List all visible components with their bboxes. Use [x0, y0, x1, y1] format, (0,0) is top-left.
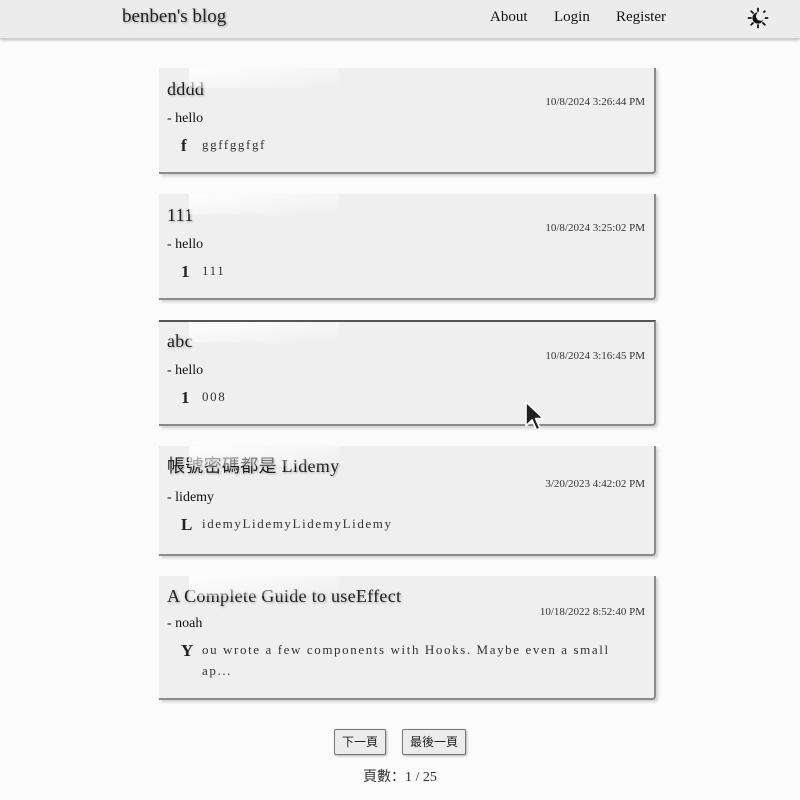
post-excerpt: 1 008: [167, 386, 646, 407]
post-excerpt: L idemyLidemyLidemyLidemy: [167, 513, 646, 534]
post-excerpt-text: 111: [202, 263, 226, 278]
top-navbar: benben's blog About Login Register: [0, 0, 800, 39]
post-excerpt: 1 111: [167, 260, 646, 281]
post-dropcap: 1: [181, 262, 192, 281]
post-card[interactable]: abc 10/8/2024 3:16:45 PM - hello 1 008: [159, 320, 656, 426]
next-page-button[interactable]: 下一頁: [333, 729, 386, 755]
post-excerpt-text: idemyLidemyLidemyLidemy: [202, 516, 393, 531]
post-date: 10/18/2022 8:52:40 PM: [539, 606, 645, 618]
last-page-button[interactable]: 最後一頁: [402, 729, 467, 755]
post-dropcap: Y: [181, 641, 195, 660]
post-excerpt: Y ou wrote a few components with Hooks. …: [167, 639, 646, 681]
post-list: dddd 10/8/2024 3:26:44 PM - hello f ggff…: [159, 68, 657, 700]
post-card[interactable]: A Complete Guide to useEffect 10/18/2022…: [159, 576, 656, 700]
post-date: 3/20/2023 4:42:02 PM: [545, 478, 645, 490]
nav-login-link[interactable]: Login: [554, 9, 590, 26]
post-dropcap: f: [181, 136, 189, 155]
post-excerpt-text: ou wrote a few components with Hooks. Ma…: [202, 642, 610, 678]
post-card[interactable]: 111 10/8/2024 3:25:02 PM - hello 1 111: [159, 194, 656, 300]
post-excerpt-text: 008: [202, 389, 227, 404]
post-date: 10/8/2024 3:16:45 PM: [545, 350, 645, 362]
post-title[interactable]: 帳號密碼都是 Lidemy: [167, 455, 646, 477]
post-dropcap: 1: [181, 388, 192, 407]
post-title[interactable]: A Complete Guide to useEffect: [167, 585, 646, 607]
post-excerpt-text: ggffggfgf: [202, 137, 266, 152]
post-excerpt: f ggffggfgf: [167, 134, 646, 155]
nav-register-link[interactable]: Register: [616, 9, 666, 26]
pagination: 下一頁 最後一頁: [0, 729, 800, 755]
post-card[interactable]: 帳號密碼都是 Lidemy 3/20/2023 4:42:02 PM - lid…: [159, 446, 656, 556]
post-title[interactable]: abc: [167, 330, 646, 352]
post-author: - hello: [167, 237, 204, 252]
blog-brand-link[interactable]: benben's blog: [122, 6, 226, 28]
post-author: - lidemy: [167, 490, 215, 505]
post-author: - hello: [167, 111, 204, 126]
post-date: 10/8/2024 3:26:44 PM: [545, 96, 645, 108]
page-counter: 頁數：1 / 25: [363, 770, 437, 785]
post-dropcap: L: [181, 515, 194, 534]
post-author: - hello: [167, 363, 204, 378]
theme-toggle-moon-sun-icon[interactable]: [747, 7, 769, 29]
post-date: 10/8/2024 3:25:02 PM: [545, 222, 645, 234]
post-card[interactable]: dddd 10/8/2024 3:26:44 PM - hello f ggff…: [159, 68, 656, 174]
nav-about-link[interactable]: About: [490, 9, 528, 26]
